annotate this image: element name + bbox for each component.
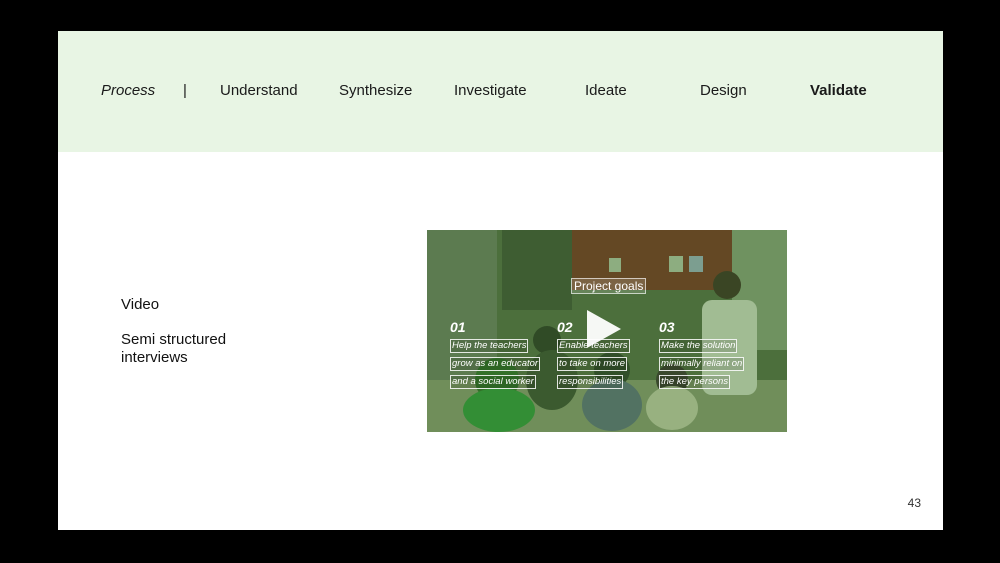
nav-process-label: Process: [101, 82, 156, 99]
video-player[interactable]: Project goals 01 Help the teachers grow …: [427, 230, 787, 432]
method-video: Video: [121, 296, 160, 313]
nav-step-ideate[interactable]: Ideate: [585, 82, 627, 99]
goal-text-line: minimally reliant on: [659, 357, 745, 371]
nav-step-understand[interactable]: Understand: [220, 82, 298, 99]
goal-text-line: the key persons: [659, 375, 731, 389]
goal-number: 03: [659, 319, 675, 335]
goal-number: 01: [450, 319, 466, 335]
goal-01: 01 Help the teachers grow as an educator…: [450, 319, 550, 389]
goal-text-line: Make the solution: [659, 339, 738, 353]
goal-text-line: and a social worker: [450, 375, 536, 389]
nav-separator: |: [183, 82, 187, 99]
slide: Process | Understand Synthesize Investig…: [58, 31, 943, 530]
nav-step-design[interactable]: Design: [700, 82, 747, 99]
goal-text-line: grow as an educator: [450, 357, 541, 371]
play-icon[interactable]: [587, 310, 621, 348]
goal-text-line: responsibilities: [557, 375, 624, 389]
goal-text-line: to take on more: [557, 357, 628, 371]
project-goals-title: Project goals: [570, 278, 647, 294]
process-header: Process | Understand Synthesize Investig…: [58, 31, 943, 152]
goal-03: 03 Make the solution minimally reliant o…: [659, 319, 759, 389]
nav-step-validate[interactable]: Validate: [810, 82, 867, 99]
goal-text-line: Help the teachers: [450, 339, 529, 353]
method-interviews-line1: Semi structured: [121, 331, 227, 348]
nav-step-investigate[interactable]: Investigate: [454, 82, 527, 99]
method-interviews-line2: interviews: [121, 349, 188, 366]
nav-step-synthesize[interactable]: Synthesize: [339, 82, 412, 99]
page-number: 43: [907, 496, 921, 510]
